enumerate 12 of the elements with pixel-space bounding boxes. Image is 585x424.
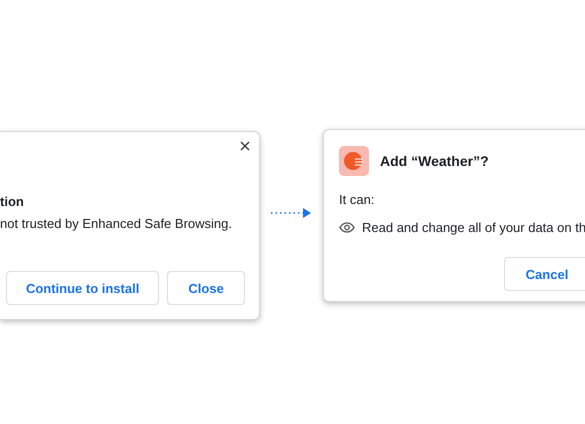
warning-message: not trusted by Enhanced Safe Browsing. (0, 216, 233, 231)
eye-icon (339, 222, 355, 233)
permissions-heading: It can: (339, 192, 376, 207)
close-icon[interactable] (240, 141, 250, 151)
app-icon (339, 146, 369, 176)
continue-button[interactable]: Continue to install (6, 271, 160, 305)
permission-text: Read and change all of your data on th (362, 220, 585, 235)
close-button[interactable]: Close (167, 271, 245, 305)
dialog-title: Add “Weather”? (380, 153, 489, 169)
dialog-heading: tion (0, 194, 25, 209)
dotted-arrow (270, 207, 312, 219)
cancel-button[interactable]: Cancel (504, 257, 585, 291)
